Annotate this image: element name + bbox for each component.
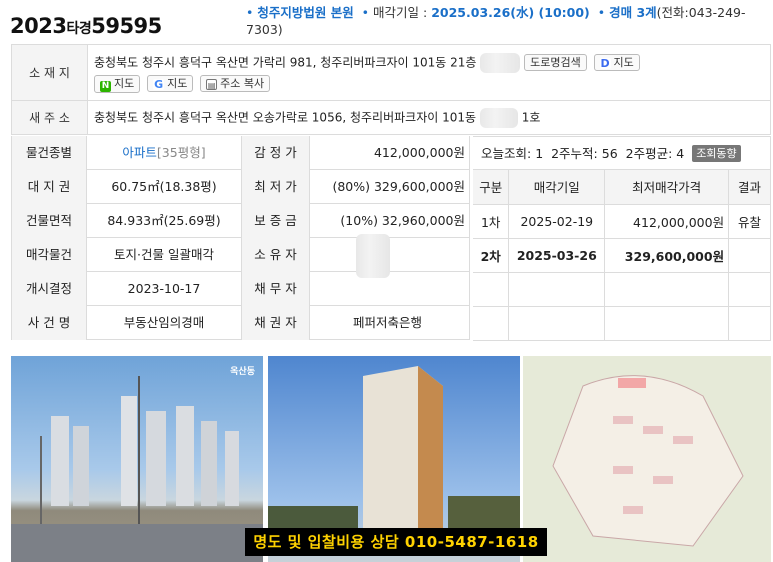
detail-label: 대 지 권	[11, 170, 87, 204]
detail-label2: 감 정 가	[242, 136, 310, 170]
debtor-value	[310, 272, 470, 306]
site-plan-image	[523, 356, 771, 562]
two-week-views: 56	[601, 146, 618, 161]
redacted-block	[479, 107, 518, 128]
sale-date: 2025.03.26(水) (10:00)	[431, 5, 590, 20]
history-empty-row	[473, 306, 771, 341]
property-details: 물건종별 아파트[35평형] 감 정 가 412,000,000원 대 지 권 …	[11, 136, 470, 344]
case-header: 2023타경59595 • 청주지방법원 본원 • 매각기일 : 2025.03…	[0, 0, 773, 44]
case-year: 2023	[10, 14, 67, 38]
detail-value: 2023-10-17	[87, 272, 242, 306]
daum-icon: D	[599, 57, 611, 70]
street-photo[interactable]: 옥산동	[11, 356, 263, 562]
detail-label: 개시결정	[11, 272, 87, 306]
new-address-cell: 충청북도 청주시 흥덕구 옥산면 오송가락로 1056, 청주리버파크자이 10…	[87, 100, 771, 135]
detail-grid: 물건종별 아파트[35평형] 감 정 가 412,000,000원 대 지 권 …	[11, 136, 771, 344]
detail-value: 60.75㎡(18.38평)	[87, 170, 242, 204]
history-table: 구분 매각기일 최저매각가격 결과 1차 2025-02-19 412,000,…	[473, 170, 771, 341]
detail-label2: 채 무 자	[242, 272, 310, 306]
bullet-icon: •	[597, 5, 606, 20]
property-type-link[interactable]: 아파트	[122, 145, 157, 160]
bullet-icon: •	[361, 5, 370, 20]
road-search-button[interactable]: 도로명검색	[524, 54, 587, 71]
dept-link[interactable]: 경매 3계	[609, 5, 657, 20]
case-type: 타경	[66, 21, 92, 37]
new-address-suffix: 1호	[521, 110, 541, 124]
detail-label: 사 건 명	[11, 306, 87, 340]
header-info: • 청주지방법원 본원 • 매각기일 : 2025.03.26(水) (10:0…	[246, 4, 766, 38]
detail-label: 매각물건	[11, 238, 87, 272]
detail-row: 건물면적 84.933㎡(25.69평) 보 증 금 (10%) 32,960,…	[11, 204, 470, 238]
view-stats: 오늘조회: 1 2주누적: 56 2주평균: 4 조회동향	[473, 136, 771, 170]
detail-row: 매각물건 토지·건물 일괄매각 소 유 자	[11, 234, 470, 278]
detail-row: 개시결정 2023-10-17 채 무 자	[11, 272, 470, 306]
min-price-value: (80%) 329,600,000원	[310, 170, 470, 204]
avg-views: 4	[676, 146, 685, 161]
photo-strip: 옥산동 명도 및 입찰비용 상담 010-5487-1618	[11, 356, 771, 562]
address-label: 소 재 지	[11, 44, 88, 101]
appraisal-value: 412,000,000원	[310, 136, 470, 170]
sale-date-label: 매각기일 :	[373, 5, 428, 20]
detail-label2: 최 저 가	[242, 170, 310, 204]
court-link[interactable]: 청주지방법원 본원	[257, 5, 353, 20]
detail-value: 아파트[35평형]	[87, 136, 242, 170]
owner-value	[310, 234, 470, 278]
address-table: 소 재 지 충청북도 청주시 흥덕구 옥산면 가락리 981, 청주리버파크자이…	[11, 44, 771, 135]
apartment-buildings-image	[11, 376, 263, 562]
detail-label: 물건종별	[11, 136, 87, 170]
daum-map-button[interactable]: D 지도	[593, 54, 640, 71]
detail-row: 물건종별 아파트[35평형] 감 정 가 412,000,000원	[11, 136, 470, 170]
copy-address-button[interactable]: ▤ 주소 복사	[200, 74, 271, 92]
copy-icon: ▤	[206, 78, 218, 90]
address-cell: 충청북도 청주시 흥덕구 옥산면 가락리 981, 청주리버파크자이 101동 …	[87, 44, 771, 101]
naver-icon: N	[100, 80, 111, 92]
history-header: 구분 매각기일 최저매각가격 결과	[473, 170, 771, 205]
bullet-icon: •	[246, 5, 254, 20]
detail-value: 토지·건물 일괄매각	[87, 238, 242, 272]
auction-history: 오늘조회: 1 2주누적: 56 2주평균: 4 조회동향 구분 매각기일 최저…	[473, 136, 771, 344]
case-number: 2023타경59595	[10, 14, 162, 38]
case-num: 59595	[91, 14, 162, 38]
site-map-photo[interactable]	[523, 356, 771, 562]
view-trend-button[interactable]: 조회동향	[692, 145, 741, 162]
history-row: 2차 2025-03-26 329,600,000원	[473, 238, 771, 273]
history-row: 1차 2025-02-19 412,000,000원 유찰	[473, 204, 771, 239]
new-address-label: 새 주 소	[11, 100, 88, 135]
detail-label2: 보 증 금	[242, 204, 310, 238]
creditor-value: 페퍼저축은행	[310, 306, 470, 340]
google-icon: G	[153, 77, 165, 91]
detail-label2: 채 권 자	[242, 306, 310, 340]
deposit-value: (10%) 32,960,000원	[310, 204, 470, 238]
detail-row: 사 건 명 부동산임의경매 채 권 자 페퍼저축은행	[11, 306, 470, 340]
google-map-button[interactable]: G 지도	[147, 74, 194, 92]
detail-label2: 소 유 자	[242, 238, 310, 272]
consultation-banner[interactable]: 명도 및 입찰비용 상담 010-5487-1618	[245, 528, 547, 556]
address-value: 충청북도 청주시 흥덕구 옥산면 가락리 981, 청주리버파크자이 101동 …	[94, 55, 477, 69]
naver-map-button[interactable]: N 지도	[94, 74, 141, 93]
detail-label: 건물면적	[11, 204, 87, 238]
photo-brand: 옥산동	[230, 367, 255, 377]
redacted-block	[480, 52, 521, 73]
detail-value: 84.933㎡(25.69평)	[87, 204, 242, 238]
detail-row: 대 지 권 60.75㎡(18.38평) 최 저 가 (80%) 329,600…	[11, 170, 470, 204]
new-address-value: 충청북도 청주시 흥덕구 옥산면 오송가락로 1056, 청주리버파크자이 10…	[94, 110, 477, 124]
today-views: 1	[535, 146, 544, 161]
detail-value: 부동산임의경매	[87, 306, 242, 340]
history-empty-row	[473, 272, 771, 307]
